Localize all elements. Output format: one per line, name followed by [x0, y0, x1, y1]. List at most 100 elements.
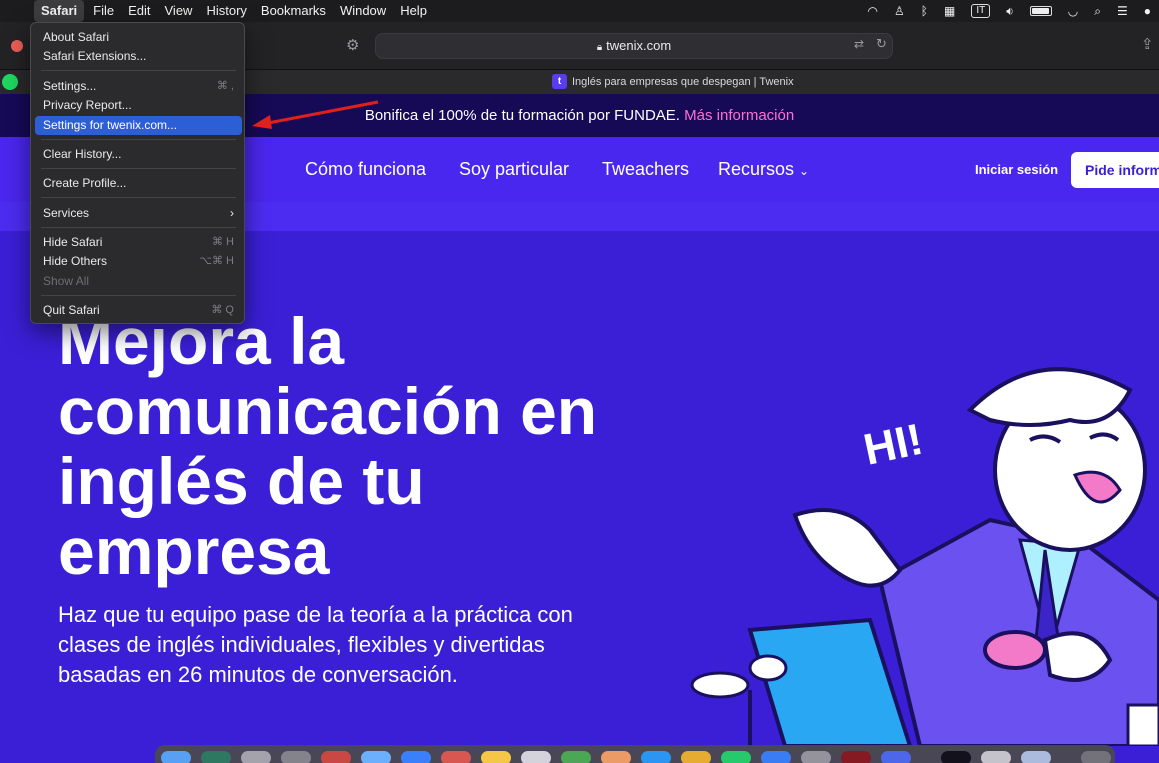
menu-item-shortcut: ⌥⌘ H: [199, 255, 234, 267]
siri-icon[interactable]: ●: [1144, 4, 1151, 18]
app-dock-icon[interactable]: [761, 751, 791, 763]
reload-icon[interactable]: ↻: [876, 36, 887, 52]
menu-separator: [41, 227, 236, 228]
url-text: twenix.com: [606, 38, 672, 53]
menu-item-label: Show All: [43, 274, 90, 288]
app-dock-icon[interactable]: [201, 751, 231, 763]
menu-item-quit-safari[interactable]: Quit Safari ⌘ Q: [35, 301, 242, 320]
share-icon[interactable]: ⇪: [1141, 35, 1154, 53]
menu-edit[interactable]: Edit: [121, 0, 157, 22]
nav-tweachers[interactable]: Tweachers: [602, 159, 689, 180]
app-dock-icon[interactable]: [681, 751, 711, 763]
app-dock-icon[interactable]: [281, 751, 311, 763]
close-window-button[interactable]: [11, 40, 23, 52]
spotify-icon[interactable]: [2, 74, 18, 90]
status-area: ◠ ♙ ᛒ ▦ IT 🔉︎ ◡ ⌕ ☰ ●: [868, 0, 1151, 22]
app-dock-icon[interactable]: [981, 751, 1011, 763]
app-dock-icon[interactable]: [361, 751, 391, 763]
menu-separator: [41, 295, 236, 296]
app-dock-icon[interactable]: [241, 751, 271, 763]
menu-item-hide-safari[interactable]: Hide Safari ⌘ H: [35, 233, 242, 252]
menu-history[interactable]: History: [199, 0, 253, 22]
app-dock-icon[interactable]: [321, 751, 351, 763]
safari-menu-dropdown: About Safari Safari Extensions... Settin…: [30, 22, 245, 324]
chevron-down-icon: ⌄: [799, 164, 810, 178]
app-dock-icon[interactable]: [881, 751, 911, 763]
menu-item-label: Hide Others: [43, 254, 108, 268]
privacy-icon[interactable]: ⚙: [346, 36, 359, 54]
menu-safari[interactable]: Safari: [34, 0, 85, 22]
app-dock-icon[interactable]: [401, 751, 431, 763]
app-dock-icon[interactable]: [561, 751, 591, 763]
menu-item-label: About Safari: [43, 30, 110, 44]
address-bar[interactable]: 🔒︎ twenix.com: [375, 33, 893, 59]
illustration-hi-text: HI!: [860, 415, 928, 475]
translate-icon[interactable]: ⇄: [854, 37, 864, 51]
menu-item-label: Services: [43, 206, 90, 220]
hero-illustration: HI!: [690, 367, 1159, 746]
app-dock-icon[interactable]: [521, 751, 551, 763]
volume-icon[interactable]: 🔉︎: [1006, 4, 1014, 19]
menu-item-shortcut: ⌘ Q: [211, 304, 234, 316]
menu-item-label: Settings for twenix.com...: [43, 118, 178, 132]
app-dock-icon[interactable]: [721, 751, 751, 763]
menu-view[interactable]: View: [158, 0, 200, 22]
request-info-button[interactable]: Pide inform: [1071, 152, 1159, 188]
menu-item-shortcut: ⌘ ,: [216, 80, 234, 92]
control-center-icon[interactable]: ☰: [1117, 4, 1128, 18]
nav-como-funciona[interactable]: Cómo funciona: [305, 159, 426, 180]
active-tab[interactable]: t Inglés para empresas que despegan | Tw…: [552, 74, 794, 89]
menu-separator: [41, 139, 236, 140]
app-dock-icon[interactable]: [441, 751, 471, 763]
menu-item-settings-for-site[interactable]: Settings for twenix.com...: [35, 116, 242, 135]
app-dock-icon[interactable]: [481, 751, 511, 763]
menu-item-label: Create Profile...: [43, 176, 127, 190]
app-dock-icon[interactable]: [801, 751, 831, 763]
annotation-arrow-icon: [252, 100, 379, 129]
app-dock-icon[interactable]: [1021, 751, 1051, 763]
search-icon[interactable]: ⌕: [1094, 4, 1101, 19]
arc-icon[interactable]: ◠: [868, 4, 878, 18]
app-dock-icon[interactable]: [841, 751, 871, 763]
wifi-icon[interactable]: ◡: [1068, 4, 1078, 18]
menu-item-create-profile[interactable]: Create Profile...: [35, 174, 242, 193]
terminal-dock-icon[interactable]: [941, 751, 971, 763]
menu-bookmarks[interactable]: Bookmarks: [254, 0, 333, 22]
menu-item-label: Privacy Report...: [43, 98, 132, 112]
accessibility-icon[interactable]: ♙: [894, 4, 905, 18]
menu-item-label: Quit Safari: [43, 303, 100, 317]
battery-icon[interactable]: [1029, 6, 1052, 16]
menu-item-show-all: Show All: [35, 272, 242, 291]
menu-item-shortcut: ⌘ H: [212, 236, 234, 248]
finder-dock-icon[interactable]: [161, 751, 191, 763]
app-dock-icon[interactable]: [601, 751, 631, 763]
menu-item-services[interactable]: Services ›: [35, 204, 242, 223]
menu-item-label: Clear History...: [43, 147, 122, 161]
keyboard-icon[interactable]: ▦: [944, 4, 955, 18]
twenix-favicon-icon: t: [552, 74, 567, 89]
menu-window[interactable]: Window: [333, 0, 393, 22]
menu-item-about-safari[interactable]: About Safari: [35, 28, 242, 47]
banner-more-link[interactable]: Más información: [684, 107, 794, 124]
input-source-indicator[interactable]: IT: [971, 4, 991, 18]
menu-item-hide-others[interactable]: Hide Others ⌥⌘ H: [35, 252, 242, 271]
menu-bar: Safari File Edit View History Bookmarks …: [0, 0, 1159, 22]
bluetooth-icon[interactable]: ᛒ: [921, 4, 928, 18]
trash-dock-icon[interactable]: [1081, 751, 1111, 763]
lock-icon: 🔒︎: [596, 42, 603, 53]
menu-item-safari-extensions[interactable]: Safari Extensions...: [35, 47, 242, 66]
nav-recursos[interactable]: Recursos ⌄: [718, 159, 809, 180]
chevron-right-icon: ›: [230, 206, 234, 220]
menu-help[interactable]: Help: [393, 0, 434, 22]
nav-soy-particular[interactable]: Soy particular: [459, 159, 569, 180]
menu-separator: [41, 168, 236, 169]
menu-file[interactable]: File: [86, 0, 121, 22]
menu-item-settings[interactable]: Settings... ⌘ ,: [35, 77, 242, 96]
menu-separator: [41, 70, 236, 71]
login-link[interactable]: Iniciar sesión: [975, 162, 1058, 177]
hero-title: Mejora la comunicación en inglés de tu e…: [58, 304, 598, 588]
app-dock-icon[interactable]: [641, 751, 671, 763]
menu-item-privacy-report[interactable]: Privacy Report...: [35, 96, 242, 115]
menu-item-label: Safari Extensions...: [43, 49, 147, 63]
menu-item-clear-history[interactable]: Clear History...: [35, 145, 242, 164]
